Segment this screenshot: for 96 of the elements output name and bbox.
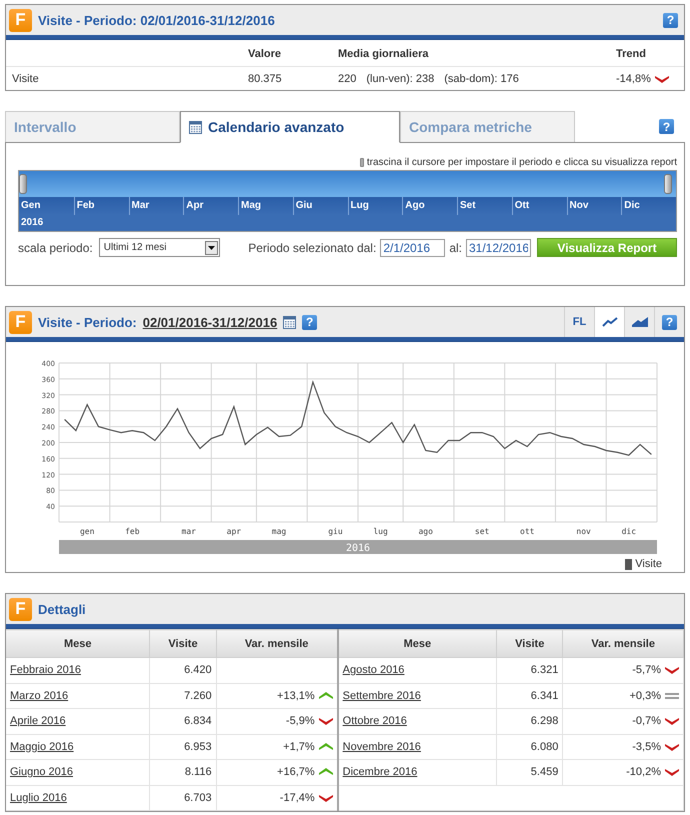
down-chevron-icon [665,742,679,751]
column-header: Visite [496,630,563,658]
table-cell: 6.298 [496,708,563,734]
table-cell: 7.260 [150,683,216,708]
table-cell: 6.321 [496,658,563,683]
table-cell: 6.420 [150,658,216,683]
date-field[interactable]: 2/1/2016 [380,238,446,256]
axis-label: ott [520,527,534,536]
hint-text: trascina il cursore per impostare il periodo e clicca su visualizza report [366,157,677,168]
column-header: Valore [242,40,332,67]
down-chevron-icon [665,666,679,674]
column-header: Visite [150,630,216,658]
table-cell: -10,2% [626,766,661,778]
table-cell: -5,7% [632,664,661,676]
table-cell: 6.834 [150,708,216,734]
year-label: 2016 [21,217,44,228]
line-chart-button[interactable] [594,307,624,337]
month-label[interactable]: Gen [19,197,74,215]
down-chevron-icon [665,768,679,776]
month-link[interactable]: Marzo 2016 [10,690,68,702]
table-cell: -0,7% [632,715,661,728]
axis-label: ago [418,527,433,536]
axis-label: apr [226,527,242,536]
table-cell: +13,1% [277,690,315,702]
column-header: Media giornaliera [332,40,610,67]
slider-handle[interactable] [19,174,27,194]
legend-swatch [625,558,632,570]
help-icon[interactable]: ? [659,119,674,134]
field-label: Periodo selezionato dal: [248,240,376,254]
axis-label: giu [328,527,343,536]
table-cell-text: 80.375 [247,72,283,87]
up-chevron-icon [318,742,333,751]
down-chevron-icon [665,717,679,726]
legend-label: Visite [635,558,662,570]
table-cell: 6.080 [496,734,563,760]
logo-icon: F [9,310,32,334]
help-icon[interactable]: ? [663,12,678,28]
help-icon[interactable]: ? [302,314,318,330]
field-label: scala periodo: [18,240,93,254]
down-chevron-icon [654,75,669,83]
down-chevron-icon [318,794,333,802]
logo-icon: F [9,598,32,620]
table-cell: (sab-dom): 176 [444,73,519,85]
month-link[interactable]: Luglio 2016 [10,792,67,804]
axis-label: feb [125,527,140,536]
down-chevron-icon [318,717,333,726]
up-chevron-icon [318,692,333,700]
table-cell: +0,3% [630,690,661,702]
axis-label: lug [373,527,388,536]
period-scale-dropdown[interactable]: Ultimi 12 mesi [98,238,220,257]
month-link[interactable]: Agosto 2016 [342,664,404,676]
tab[interactable]: Calendario avanzato [180,111,400,143]
table-cell: -3,5% [632,740,661,753]
calendar-icon[interactable] [283,315,296,329]
slider-handle[interactable] [664,174,672,194]
table-cell: +16,7% [277,766,315,778]
field-label: al: [449,240,462,254]
panel-title: Visite - Periodo: [38,314,137,330]
column-header: Mese [338,630,497,658]
axis-label: nov [576,527,591,536]
month-link[interactable]: Ottobre 2016 [342,715,407,728]
axis-label: set [474,527,490,536]
table-cell: -17,4% [280,792,315,804]
table-cell: 8.116 [150,760,216,785]
column-header: Var. mensile [216,630,338,658]
table-cell: +1,7% [283,740,315,753]
month-link[interactable]: Aprile 2016 [10,715,66,728]
table-cell: -14,8% [616,73,651,85]
table-cell: -5,9% [286,715,315,728]
panel-title: Visite - Periodo: 02/01/2016-31/12/2016 [38,12,275,28]
period-link[interactable]: 02/01/2016-31/12/2016 [142,314,278,330]
axis-label: mar [182,527,196,536]
column-header: Mese [6,630,150,658]
column-header: Trend [610,40,684,67]
table-cell: 220 [338,73,356,85]
table-cell: (lun-ven): 238 [366,73,434,85]
table-cell: 6.703 [150,785,216,810]
axis-label: dic [622,527,636,536]
axis-label: gen [80,527,94,536]
table-cell: 6.341 [496,683,563,708]
column-header: Var. mensile [562,630,684,658]
up-chevron-icon [318,768,333,776]
line-chart-icon [602,317,618,327]
year-band: 2016 [59,540,657,554]
logo-icon: F [9,8,32,32]
handle-icon [360,158,364,167]
range-track[interactable] [19,171,676,197]
table-cell: 5.459 [496,760,563,785]
row-label: Visite [11,72,40,87]
panel-title: Dettagli [38,602,86,616]
area-chart-icon [632,317,648,327]
table-cell: 6.953 [150,734,216,760]
axis-label: mag [272,527,286,536]
calendar-icon [189,120,202,134]
help-icon[interactable]: ? [662,314,677,330]
equal-icon [665,692,679,700]
